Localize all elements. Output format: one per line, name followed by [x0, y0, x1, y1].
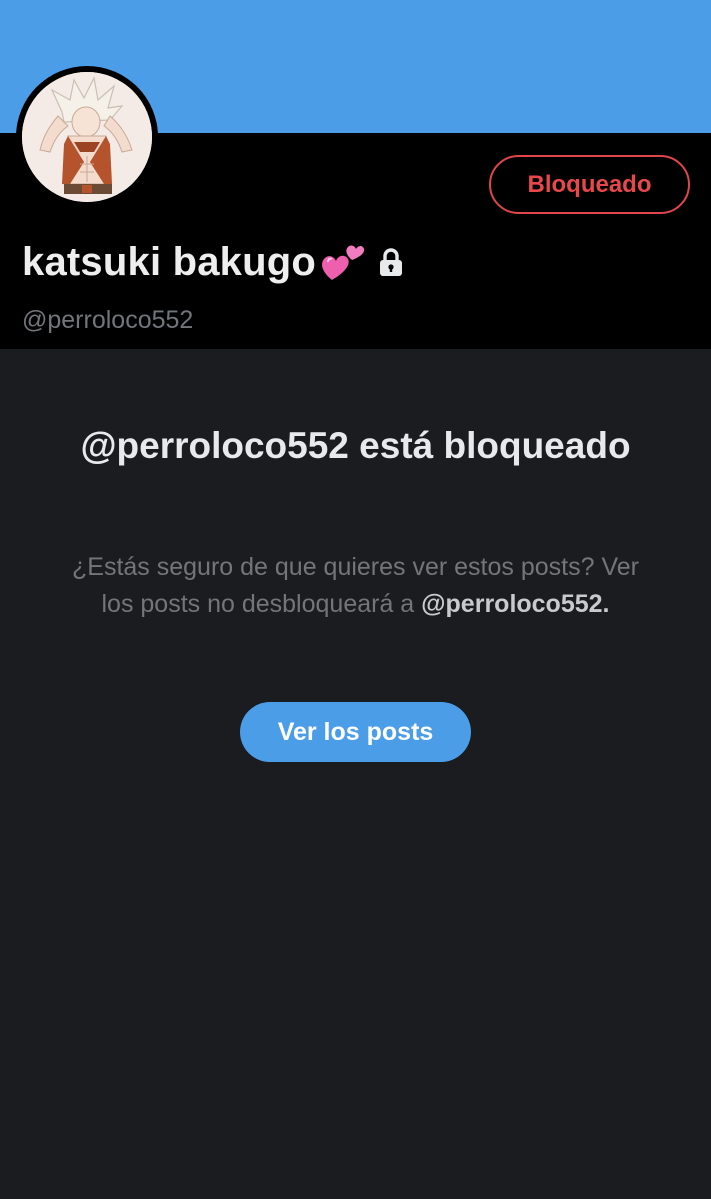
- profile-handle: @perroloco552: [22, 306, 194, 334]
- avatar-image: [22, 72, 152, 202]
- view-posts-button[interactable]: Ver los posts: [240, 702, 471, 762]
- blocked-description-end: .: [602, 590, 610, 618]
- avatar[interactable]: [16, 66, 158, 208]
- display-name-row: katsuki bakugo: [22, 235, 404, 289]
- profile-page: Bloqueado katsuki bakugo @perroloco552 @…: [0, 0, 711, 1199]
- blocked-description: ¿Estás seguro de que quieres ver estos p…: [60, 549, 651, 623]
- blocked-title: @perroloco552 está bloqueado: [80, 425, 631, 466]
- blocked-button[interactable]: Bloqueado: [489, 155, 690, 214]
- blocked-description-handle: @perroloco552: [421, 590, 603, 618]
- display-name: katsuki bakugo: [22, 239, 316, 284]
- two-hearts-icon: [318, 240, 366, 284]
- lock-icon: [378, 247, 404, 277]
